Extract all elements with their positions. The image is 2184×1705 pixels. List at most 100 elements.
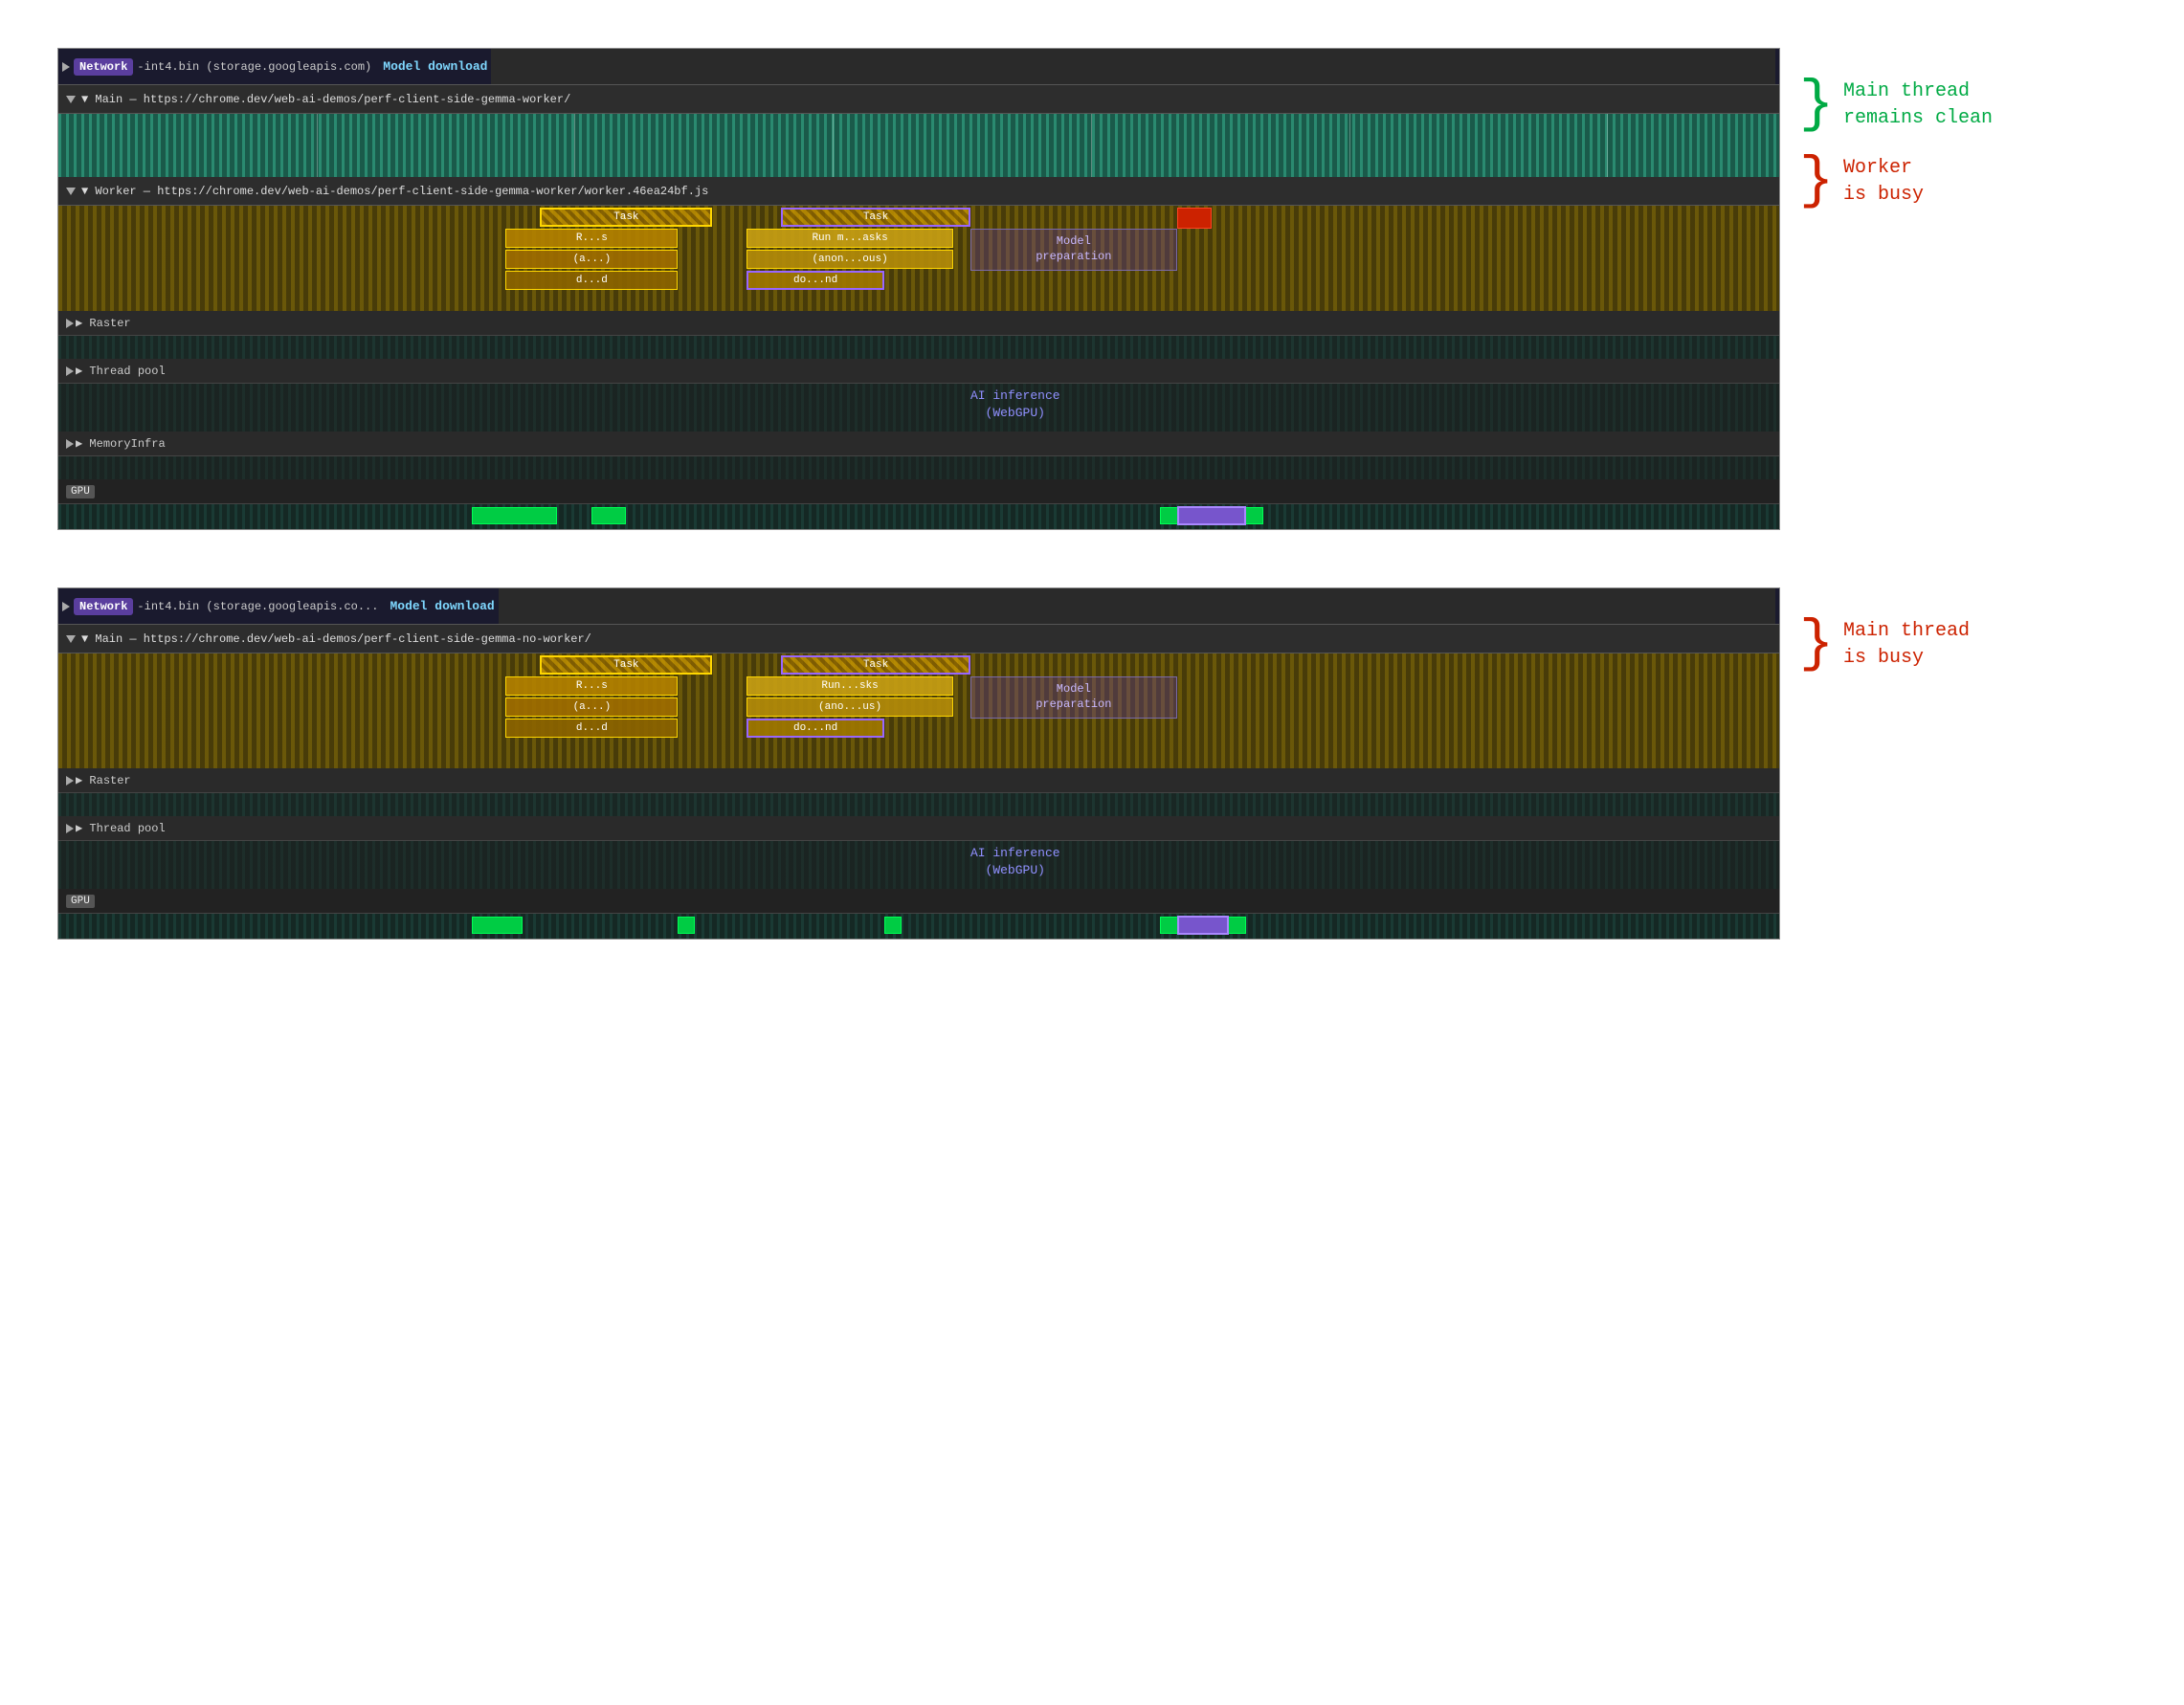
gpu-label-1: GPU — [66, 485, 95, 498]
network-timeline-2 — [499, 588, 1775, 624]
gpu-green-2a — [472, 917, 524, 934]
thread-pool-area-1: AI inference (WebGPU) — [58, 384, 1779, 432]
dond-block-1: do...nd — [747, 271, 884, 290]
task-block-2: Task — [781, 208, 970, 227]
raster-area-1 — [58, 336, 1779, 359]
gpu-purple-1 — [1177, 506, 1246, 525]
gpu-row-label-2: GPU — [58, 889, 1779, 914]
dd-block-1: d...d — [505, 271, 678, 290]
ai-inference-label-2: AI inference (WebGPU) — [970, 845, 1060, 879]
ai-inference-label-1: AI inference (WebGPU) — [970, 388, 1060, 422]
memory-infra-row-1[interactable]: ▶ MemoryInfra — [58, 432, 1779, 456]
network-label-2: Network — [74, 598, 133, 615]
panel-1: Network -int4.bin (storage.googleapis.co… — [57, 48, 2127, 530]
gpu-bg-1 — [58, 504, 1779, 529]
task-block-2b: Task — [781, 655, 970, 675]
raster-bg-1 — [58, 336, 1779, 359]
anon-block-1: (anon...ous) — [747, 250, 953, 269]
annotations-2: } Main thread is busy — [1799, 587, 1970, 702]
gpu-bg-2 — [58, 914, 1779, 939]
trace-panel-2: Network -int4.bin (storage.googleapis.co… — [57, 587, 1780, 940]
dd-block-2: d...d — [505, 719, 678, 738]
brace-green-1: } — [1799, 77, 1834, 134]
task-block-1: Task — [540, 208, 712, 227]
gpu-area-2 — [58, 914, 1779, 939]
expand-raster-icon[interactable] — [66, 319, 74, 328]
expand-network-icon[interactable] — [62, 62, 70, 72]
gpu-label-2: GPU — [66, 895, 95, 908]
thread-pool-row-1[interactable]: ▶ Thread pool — [58, 359, 1779, 384]
main-container: Network -int4.bin (storage.googleapis.co… — [19, 19, 2165, 968]
raster-bg-2 — [58, 793, 1779, 816]
worker-header-1[interactable]: ▼ Worker — https://chrome.dev/web-ai-dem… — [58, 177, 1779, 206]
run-masks-block-1: Run m...asks — [747, 229, 953, 248]
vline-2 — [574, 114, 575, 177]
collapse-worker-icon[interactable] — [66, 188, 76, 195]
network-timeline-1 — [491, 49, 1775, 84]
network-row-1: Network -int4.bin (storage.googleapis.co… — [58, 49, 1779, 85]
memory-infra-bg-1 — [58, 456, 1779, 479]
model-download-2: Model download — [390, 599, 494, 613]
network-label-1: Network — [74, 58, 133, 76]
main-thread-busy-area-2: Task Task R...s Run...sks (a...) — [58, 653, 1779, 768]
main-thread-label-1: ▼ Main — https://chrome.dev/web-ai-demos… — [81, 93, 570, 106]
vline-6 — [1607, 114, 1608, 177]
expand-raster-icon-2[interactable] — [66, 776, 74, 786]
expand-thread-icon[interactable] — [66, 366, 74, 376]
thread-pool-bg-2 — [58, 841, 1779, 889]
vline-5 — [1349, 114, 1350, 177]
rs-block-2: R...s — [505, 676, 678, 696]
annot-label-red-2: Main thread is busy — [1843, 618, 1970, 672]
vline-3 — [833, 114, 834, 177]
annotation-main-busy: } Main thread is busy — [1799, 616, 1970, 674]
expand-thread-icon-2[interactable] — [66, 824, 74, 833]
gpu-row-label-1: GPU — [58, 479, 1779, 504]
network-url-2: -int4.bin (storage.googleapis.co... — [137, 600, 378, 613]
annot-label-green-1: Main thread remains clean — [1843, 78, 1993, 132]
trace-panel-1: Network -int4.bin (storage.googleapis.co… — [57, 48, 1780, 530]
model-download-1: Model download — [383, 59, 487, 74]
annotation-worker-busy: } Worker is busy — [1799, 153, 1993, 210]
collapse-main-icon-2[interactable] — [66, 635, 76, 643]
raster-row-2[interactable]: ▶ Raster — [58, 768, 1779, 793]
panel-2: Network -int4.bin (storage.googleapis.co… — [57, 587, 2127, 940]
a-block-1: (a...) — [505, 250, 678, 269]
anon-block-2: (ano...us) — [747, 698, 953, 717]
annotation-main-clean: } Main thread remains clean — [1799, 77, 1993, 134]
gpu-purple-2 — [1177, 916, 1229, 935]
raster-area-2 — [58, 793, 1779, 816]
expand-network-icon-2[interactable] — [62, 602, 70, 611]
main-thread-header-2[interactable]: ▼ Main — https://chrome.dev/web-ai-demos… — [58, 625, 1779, 653]
rs-block-1: R...s — [505, 229, 678, 248]
main-thread-label-2: ▼ Main — https://chrome.dev/web-ai-demos… — [81, 632, 591, 646]
gpu-green-1 — [472, 507, 558, 524]
network-row-2: Network -int4.bin (storage.googleapis.co… — [58, 588, 1779, 625]
main-thread-header-1[interactable]: ▼ Main — https://chrome.dev/web-ai-demos… — [58, 85, 1779, 114]
brace-red-2: } — [1799, 616, 1834, 674]
vline-4 — [1091, 114, 1092, 177]
dond-block-2: do...nd — [747, 719, 884, 738]
gpu-area-1 — [58, 504, 1779, 529]
a-block-2: (a...) — [505, 698, 678, 717]
thread-pool-row-2[interactable]: ▶ Thread pool — [58, 816, 1779, 841]
model-prep-1: Model preparation — [970, 229, 1177, 271]
raster-row-1[interactable]: ▶ Raster — [58, 311, 1779, 336]
task-block-2a: Task — [540, 655, 712, 675]
gpu-green-2c — [884, 917, 902, 934]
gpu-green-2b — [678, 917, 695, 934]
network-url-1: -int4.bin (storage.googleapis.com) — [137, 60, 371, 74]
run-sks-block-2: Run...sks — [747, 676, 953, 696]
expand-memory-icon[interactable] — [66, 439, 74, 449]
worker-label-1: ▼ Worker — https://chrome.dev/web-ai-dem… — [81, 185, 708, 198]
thread-pool-area-2: AI inference (WebGPU) — [58, 841, 1779, 889]
collapse-main-icon[interactable] — [66, 96, 76, 103]
annot-label-red-1: Worker is busy — [1843, 155, 1924, 209]
memory-infra-area-1 — [58, 456, 1779, 479]
model-prep-2: Model preparation — [970, 676, 1177, 719]
vline-1 — [317, 114, 318, 177]
brace-red-1: } — [1799, 153, 1834, 210]
main-thread-area-1 — [58, 114, 1779, 177]
annotations-1: } Main thread remains clean } Worker is … — [1799, 48, 1993, 239]
worker-area-1: Task Task R...s Run m...asks (a...) — [58, 206, 1779, 311]
red-block-1 — [1177, 208, 1212, 229]
